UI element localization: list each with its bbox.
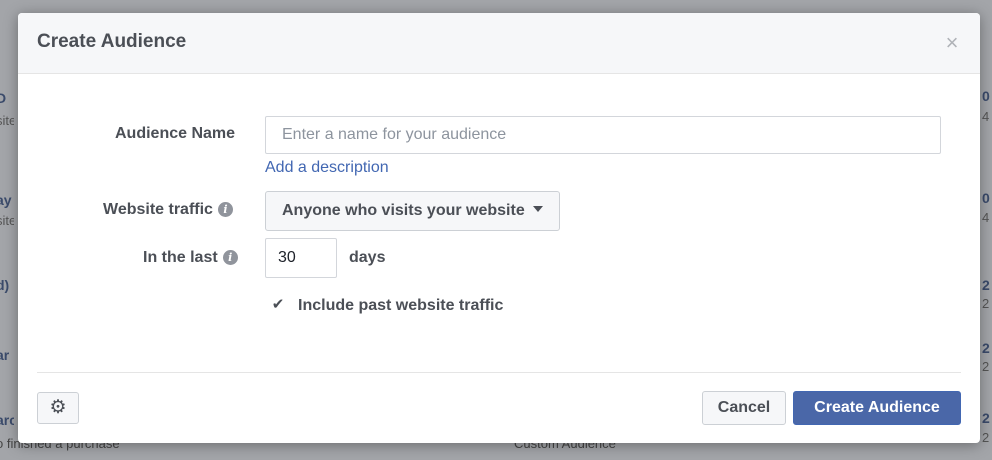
add-description-link[interactable]: Add a description bbox=[265, 159, 389, 177]
in-the-last-label: In the last bbox=[143, 249, 218, 266]
background-row-title: d) bbox=[0, 277, 10, 293]
background-date: 4 bbox=[982, 210, 990, 225]
checkmark-icon: ✔ bbox=[271, 296, 285, 313]
footer-divider bbox=[37, 372, 961, 373]
settings-button[interactable]: ⚙ bbox=[37, 392, 79, 424]
background-date: 2 bbox=[982, 340, 990, 356]
background-right-column: 0 4 0 4 2 2 2 2 2 2 bbox=[980, 0, 992, 460]
background-row-title: arc bbox=[0, 412, 14, 428]
dialog-header: Create Audience × bbox=[18, 13, 980, 74]
audience-name-label: Audience Name bbox=[115, 125, 236, 142]
in-the-last-label-group: In the last i bbox=[143, 249, 238, 267]
background-row-subtitle: site bbox=[0, 213, 14, 228]
days-input[interactable] bbox=[265, 238, 337, 278]
website-traffic-selected: Anyone who visits your website bbox=[282, 202, 525, 219]
cancel-button[interactable]: Cancel bbox=[702, 391, 786, 425]
info-icon[interactable]: i bbox=[217, 202, 233, 217]
include-past-traffic-label[interactable]: Include past website traffic bbox=[298, 297, 503, 315]
background-date: 0 bbox=[982, 190, 990, 206]
include-past-traffic-checkbox[interactable]: ✔ bbox=[270, 297, 286, 313]
background-row-title: D bbox=[0, 90, 7, 106]
close-icon[interactable]: × bbox=[940, 31, 964, 55]
background-left-column: D site ay site d) ar arc bbox=[0, 0, 14, 460]
background-date: 0 bbox=[982, 88, 990, 104]
background-row-title: ay bbox=[0, 192, 12, 208]
website-traffic-label-group: Website traffic i bbox=[103, 201, 233, 219]
create-audience-dialog: Create Audience × Audience Name Add a de… bbox=[18, 13, 980, 443]
info-icon[interactable]: i bbox=[222, 250, 238, 265]
background-row-subtitle: site bbox=[0, 113, 14, 128]
website-traffic-label: Website traffic bbox=[103, 201, 213, 218]
dialog-title: Create Audience bbox=[37, 31, 187, 52]
caret-down-icon bbox=[532, 206, 543, 212]
create-audience-button[interactable]: Create Audience bbox=[793, 391, 961, 425]
background-date: 2 bbox=[982, 410, 990, 426]
website-traffic-dropdown[interactable]: Anyone who visits your website bbox=[265, 191, 560, 231]
days-unit-label: days bbox=[349, 249, 386, 266]
background-date: 2 bbox=[982, 359, 990, 374]
background-date: 2 bbox=[982, 296, 990, 311]
audience-name-input[interactable] bbox=[265, 116, 941, 154]
background-date: 2 bbox=[982, 277, 990, 293]
background-date: 2 bbox=[982, 430, 990, 445]
gear-icon: ⚙ bbox=[49, 397, 67, 418]
background-date: 4 bbox=[982, 109, 990, 124]
background-row-title: ar bbox=[0, 347, 10, 363]
